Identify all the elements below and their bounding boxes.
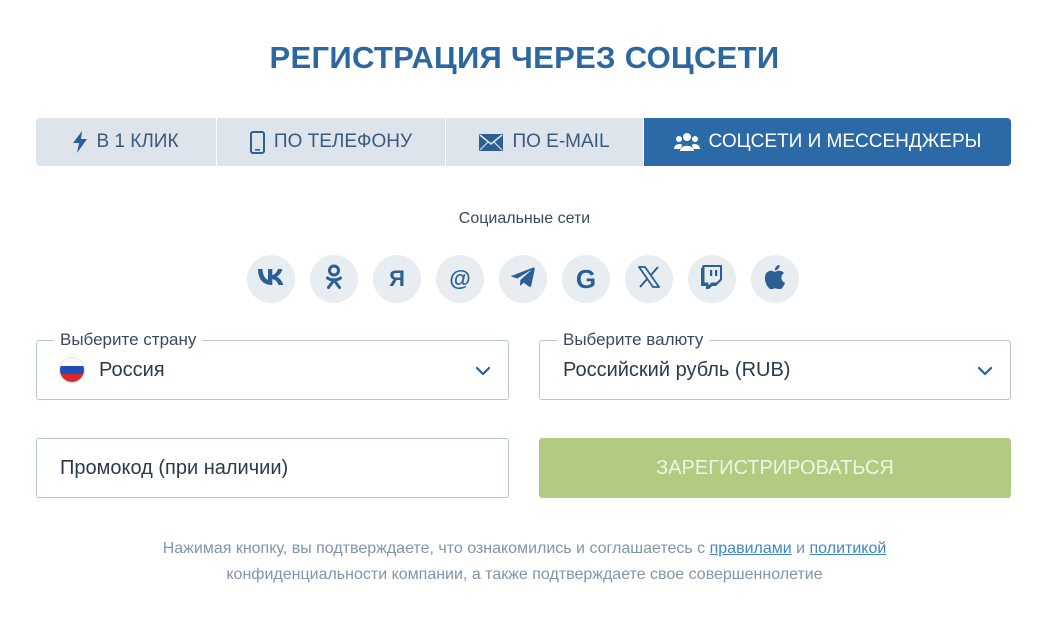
country-value: Россия [99,358,165,381]
tab-social[interactable]: СОЦСЕТИ И МЕССЕНДЖЕРЫ [644,118,1011,166]
disclaimer-text-line2: конфиденциальности компании, а также под… [226,566,823,583]
vk-icon [258,268,284,290]
apple-icon [764,264,786,294]
telegram-button[interactable] [499,255,547,303]
telegram-icon [511,266,535,292]
promo-code-input[interactable] [36,438,509,498]
tab-label: В 1 КЛИК [96,131,179,152]
yandex-button[interactable]: Я [373,255,421,303]
currency-select[interactable]: Выберите валюту Российский рубль (RUB) [539,330,1011,400]
odnoklassniki-icon [325,264,343,295]
twitch-button[interactable] [688,255,736,303]
users-icon [673,132,700,152]
x-icon [637,265,661,293]
social-networks-label: Социальные сети [458,210,591,227]
social-buttons: Я @ G [247,255,803,303]
disclaimer-text: Нажимая кнопку, вы подтверждаете, что оз… [162,540,710,557]
tab-email[interactable]: ПО E-MAIL [446,118,644,166]
register-button[interactable]: ЗАРЕГИСТРИРОВАТЬСЯ [539,438,1011,498]
currency-value: Российский рубль (RUB) [563,358,791,381]
russia-flag-icon [60,358,84,382]
odnoklassniki-button[interactable] [310,255,358,303]
google-icon: G [575,264,597,294]
tab-label: ПО E-MAIL [512,131,610,152]
tab-label: ПО ТЕЛЕФОНУ [273,131,413,152]
yandex-icon: Я [389,266,405,291]
tab-label: СОЦСЕТИ И МЕССЕНДЖЕРЫ [708,131,982,152]
chevron-down-icon [977,363,993,381]
tab-one-click[interactable]: В 1 КЛИК [36,118,217,166]
mail-ru-icon: @ [449,266,471,291]
disclaimer-and: и [791,540,810,557]
country-select[interactable]: Выберите страну Россия [36,330,509,400]
lightning-icon [73,131,88,153]
country-label: Выберите страну [54,330,203,350]
registration-tabs: В 1 КЛИК ПО ТЕЛЕФОНУ ПО E-MAIL СОЦСЕТИ И… [36,118,1011,166]
phone-icon [249,130,265,154]
disclaimer: Нажимая кнопку, вы подтверждаете, что оз… [0,536,1049,588]
google-button[interactable]: G [562,255,610,303]
vk-button[interactable] [247,255,295,303]
apple-button[interactable] [751,255,799,303]
currency-label: Выберите валюту [557,330,710,350]
policy-link[interactable]: политикой [810,540,887,557]
page-title: РЕГИСТРАЦИЯ ЧЕРЕЗ СОЦСЕТИ [269,40,780,75]
tab-phone[interactable]: ПО ТЕЛЕФОНУ [217,118,446,166]
chevron-down-icon [475,363,491,381]
rules-link[interactable]: правилами [710,540,792,557]
twitch-icon [701,264,723,294]
x-button[interactable] [625,255,673,303]
envelope-icon [479,133,504,151]
mail-ru-button[interactable]: @ [436,255,484,303]
